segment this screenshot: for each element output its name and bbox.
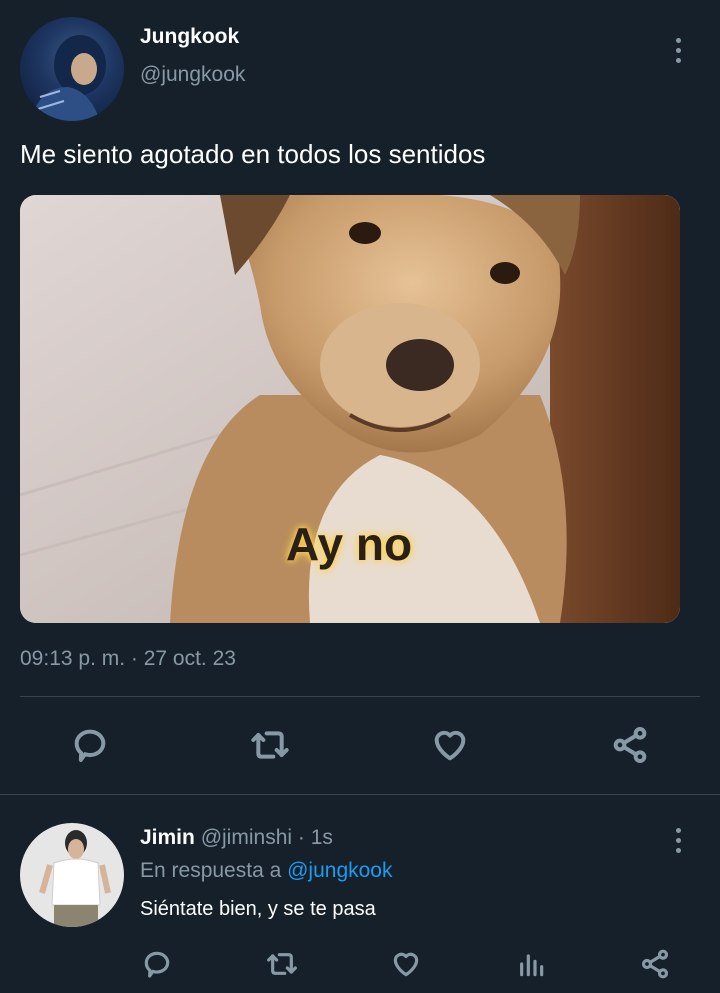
share-icon[interactable] [610,725,650,765]
tweet-image[interactable]: Ay no [20,195,680,623]
author-avatar[interactable] [20,17,124,121]
reply-share-icon[interactable] [639,948,671,980]
in-reply-prefix: En respuesta a [140,859,282,882]
tweet-text: Me siento agotado en todos los sentidos [20,139,486,169]
section-divider [0,794,720,795]
in-reply-handle-link[interactable]: @jungkook [287,859,392,882]
avatar-hoodie-figure [30,35,106,121]
like-icon[interactable] [429,725,471,765]
reply-header: Jimin @jiminshi · 1s [140,826,333,850]
image-caption: Ay no [286,518,413,570]
reply-author-handle[interactable]: @jiminshi [201,826,292,849]
reply-reply-icon[interactable] [141,948,173,980]
reply-more-options-icon[interactable] [675,828,681,853]
retweet-icon[interactable] [248,725,292,765]
reply-text: Siéntate bien, y se te pasa [140,898,376,920]
author-handle[interactable]: @jungkook [140,63,245,87]
reply-like-icon[interactable] [389,948,423,980]
divider [20,696,700,697]
reply-time: · 1s [297,826,333,849]
reply-retweet-icon[interactable] [264,948,300,980]
analytics-icon[interactable] [515,948,547,980]
in-reply-to: En respuesta a @jungkook [140,859,393,883]
avatar-person-figure [39,830,111,927]
reply-icon[interactable] [70,725,110,765]
reply-author-name[interactable]: Jimin [140,826,195,849]
tweet-timestamp: 09:13 p. m. · 27 oct. 23 [20,647,236,670]
reply-author-avatar[interactable] [20,823,124,927]
author-name[interactable]: Jungkook [140,25,239,49]
more-options-icon[interactable] [675,38,681,63]
